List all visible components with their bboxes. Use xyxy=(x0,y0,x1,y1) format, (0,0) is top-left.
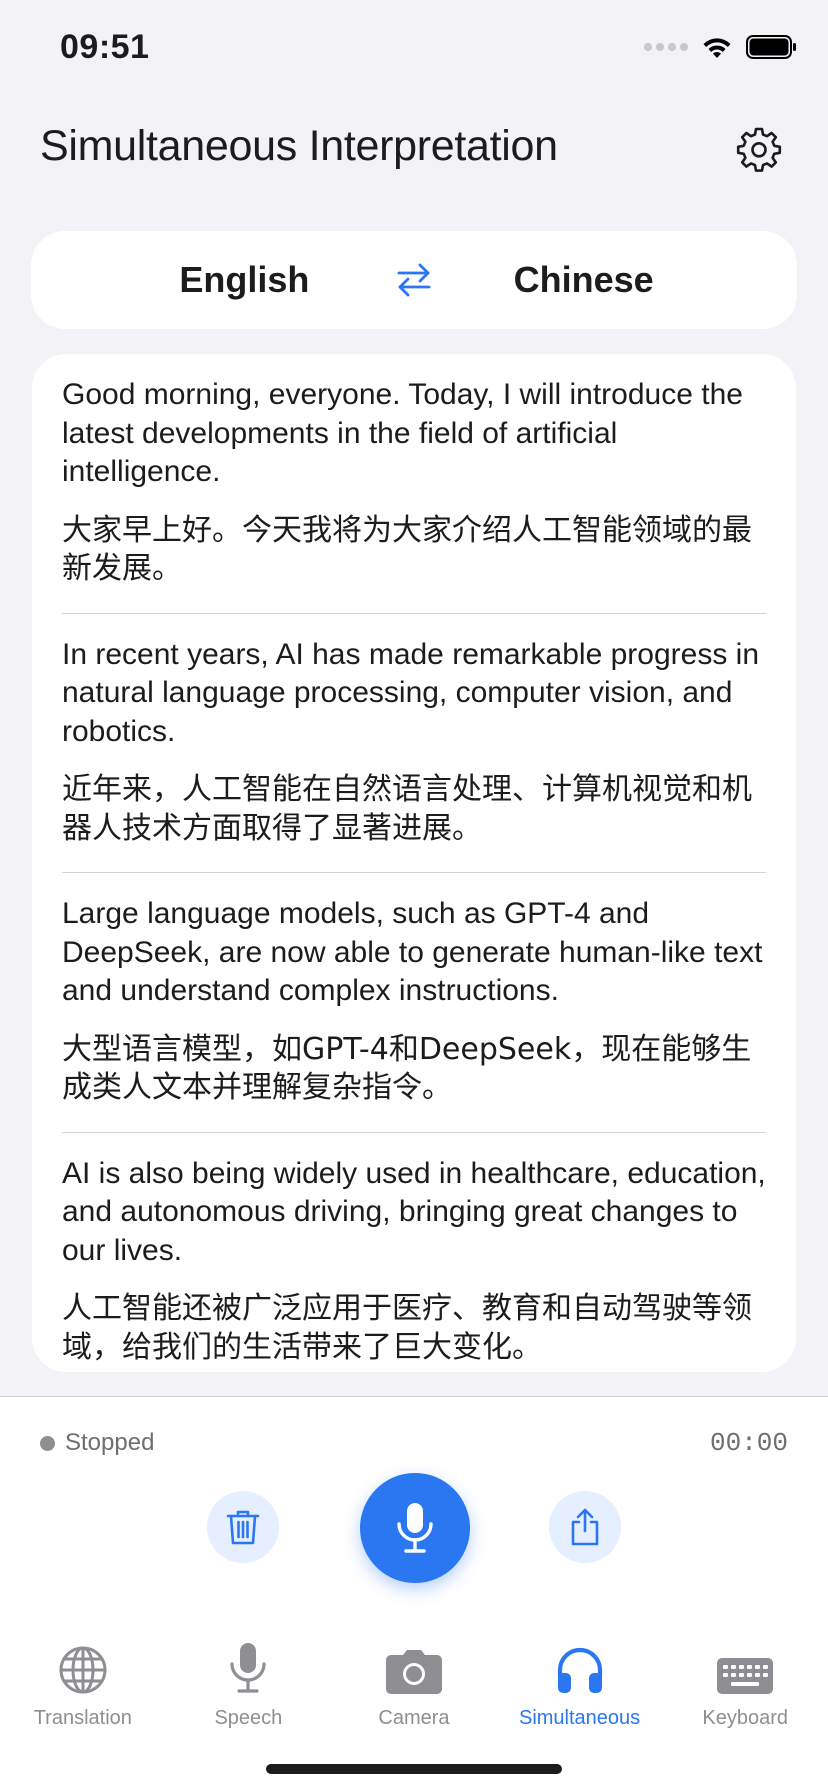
page-title: Simultaneous Interpretation xyxy=(40,122,558,170)
globe-icon xyxy=(59,1646,107,1694)
trash-icon xyxy=(226,1510,260,1545)
translated-text: 大型语言模型，如GPT-4和DeepSeek，现在能够生成类人文本并理解复杂指令… xyxy=(62,1031,752,1106)
keyboard-icon xyxy=(717,1658,774,1694)
wifi-icon xyxy=(703,38,731,58)
transcript-entry: In recent years, AI has made remarkable … xyxy=(62,612,766,873)
recording-controls xyxy=(0,1473,828,1587)
delete-button[interactable] xyxy=(207,1491,279,1563)
tab-simultaneous[interactable]: Simultaneous xyxy=(497,1633,663,1743)
status-time: 09:51 xyxy=(60,28,150,66)
source-text: Good morning, everyone. Today, I will in… xyxy=(62,378,743,488)
translated-text: 人工智能还被广泛应用于医疗、教育和自动驾驶等领域，给我们的生活带来了巨大变化。 xyxy=(62,1291,752,1365)
tab-label: Keyboard xyxy=(702,1707,788,1729)
status-bar: 09:51 xyxy=(0,0,828,100)
target-language-button[interactable]: Chinese xyxy=(438,259,729,301)
swap-arrows-icon xyxy=(397,263,431,297)
share-button[interactable] xyxy=(549,1491,621,1563)
tab-speech[interactable]: Speech xyxy=(166,1633,332,1743)
recording-status-text: Stopped xyxy=(65,1429,155,1456)
translated-text: 近年来，人工智能在自然语言处理、计算机视觉和机器人技术方面取得了显著进展。 xyxy=(62,772,752,846)
recording-status-row: Stopped 00:00 xyxy=(40,1423,788,1463)
transcript-entry: Large language models, such as GPT-4 and… xyxy=(62,872,766,1132)
language-selector: English Chinese xyxy=(31,231,797,329)
microphone-icon xyxy=(397,1503,433,1553)
tab-bar: Translation Speech Camera Simultaneous K… xyxy=(0,1633,828,1743)
settings-button[interactable] xyxy=(734,124,784,174)
share-icon xyxy=(571,1508,599,1546)
recording-timer: 00:00 xyxy=(709,1428,788,1458)
source-text: Large language models, such as GPT-4 and… xyxy=(62,897,763,1007)
status-icons xyxy=(644,34,798,60)
battery-icon xyxy=(746,35,796,59)
recording-status: Stopped xyxy=(40,1429,154,1457)
cellular-signal-icon xyxy=(644,43,688,51)
source-text: In recent years, AI has made remarkable … xyxy=(62,637,760,748)
tab-translation[interactable]: Translation xyxy=(0,1633,166,1743)
tab-label: Simultaneous xyxy=(518,1707,641,1729)
microphone-icon xyxy=(230,1643,266,1693)
control-panel: Stopped 00:00 Translation Speech Camera … xyxy=(0,1396,828,1792)
transcript-entry: Good morning, everyone. Today, I will in… xyxy=(62,376,766,613)
transcript-list[interactable]: Good morning, everyone. Today, I will in… xyxy=(32,354,796,1372)
tab-camera[interactable]: Camera xyxy=(331,1633,497,1743)
tab-keyboard[interactable]: Keyboard xyxy=(662,1633,828,1743)
tab-label: Speech xyxy=(214,1707,283,1729)
tab-label: Translation xyxy=(33,1707,132,1729)
source-language-button[interactable]: English xyxy=(99,259,390,301)
home-indicator xyxy=(266,1764,562,1774)
status-indicator-dot xyxy=(40,1435,55,1451)
translated-text: 大家早上好。今天我将为大家介绍人工智能领域的最新发展。 xyxy=(62,512,752,587)
source-text: AI is also being widely used in healthca… xyxy=(62,1156,766,1267)
microphone-button[interactable] xyxy=(360,1473,470,1583)
tab-label: Camera xyxy=(378,1707,450,1729)
screen: 09:51 Simultaneous Interpretation Englis… xyxy=(0,0,828,1792)
gear-icon xyxy=(736,127,782,172)
headphones-icon xyxy=(557,1647,602,1693)
swap-languages-button[interactable] xyxy=(390,255,438,305)
camera-icon xyxy=(385,1650,442,1694)
transcript-entry: AI is also being widely used in healthca… xyxy=(62,1131,766,1373)
